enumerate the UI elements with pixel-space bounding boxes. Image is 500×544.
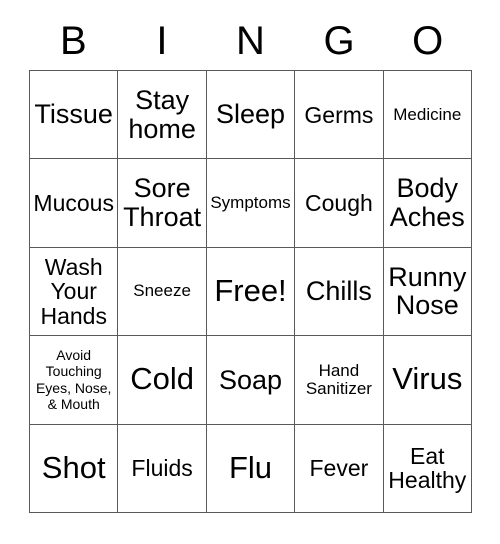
bingo-cell[interactable]: Chills — [295, 247, 384, 337]
bingo-cell[interactable]: Fluids — [118, 424, 207, 513]
bingo-cell-label: Flu — [228, 449, 273, 485]
bingo-cell-label: Stay home — [128, 85, 196, 144]
bingo-grid: Tissue Stay home Sleep Germs Medicine Mucous S… — [29, 70, 472, 513]
bingo-header: B I N G O — [29, 12, 472, 70]
bingo-cell[interactable]: Mucous — [30, 159, 119, 248]
bingo-cell-label: Shot — [41, 449, 106, 485]
bingo-cell-label: Soap — [218, 364, 283, 395]
bingo-cell-label: Sore Throat — [123, 173, 202, 233]
bingo-cell[interactable]: Hand Sanitizer — [295, 336, 384, 425]
bingo-cell-label: Cough — [305, 189, 373, 216]
bingo-cell-label: Symptoms — [210, 193, 291, 213]
header-letter-g: G — [323, 19, 355, 63]
bingo-cell[interactable]: Runny Nose — [383, 247, 472, 337]
bingo-cell[interactable]: Cough — [295, 159, 384, 248]
bingo-cell-label: Fever — [309, 455, 369, 482]
header-letter-i: I — [156, 19, 168, 63]
bingo-cell[interactable]: Virus — [383, 336, 472, 425]
bingo-cell-label: Fluids — [131, 455, 193, 482]
bingo-cell-label: Germs — [304, 101, 374, 128]
bingo-cell[interactable]: Tissue — [30, 71, 119, 160]
bingo-cell[interactable]: Germs — [295, 71, 384, 160]
bingo-cell-label: Free! — [214, 273, 287, 309]
bingo-cell[interactable]: Stay home — [118, 71, 207, 160]
bingo-cell[interactable]: Cold — [118, 336, 207, 425]
bingo-cell-label: Tissue — [34, 99, 113, 130]
bingo-cell-label: Eat Healthy — [388, 442, 467, 494]
bingo-cell[interactable]: Avoid Touching Eyes, Nose, & Mouth — [30, 336, 119, 425]
bingo-cell[interactable]: Fever — [295, 424, 384, 513]
bingo-cell-label: Virus — [392, 361, 463, 397]
bingo-cell-free[interactable]: Free! — [206, 247, 296, 337]
bingo-cell-label: Wash Your Hands — [40, 253, 107, 329]
bingo-cell[interactable]: Sneeze — [118, 247, 207, 337]
bingo-cell[interactable]: Medicine — [383, 71, 472, 160]
bingo-cell[interactable]: Shot — [30, 424, 119, 513]
bingo-cell-label: Mucous — [33, 189, 114, 216]
bingo-cell-label: Sneeze — [133, 281, 191, 301]
bingo-cell-label: Runny Nose — [388, 261, 467, 321]
bingo-cell-label: Chills — [305, 276, 372, 307]
bingo-cell[interactable]: Sleep — [206, 71, 296, 160]
header-letter-n: N — [236, 19, 265, 63]
bingo-cell-label: Cold — [130, 361, 194, 397]
bingo-card: B I N G O Tissue Stay home Sleep Germs Medic… — [0, 0, 500, 544]
bingo-cell[interactable]: Symptoms — [206, 159, 296, 248]
bingo-cell[interactable]: Flu — [206, 424, 296, 513]
bingo-cell-label: Medicine — [393, 104, 462, 124]
bingo-cell[interactable]: Eat Healthy — [383, 424, 472, 513]
header-letter-o: O — [412, 19, 444, 63]
bingo-cell-label: Hand Sanitizer — [305, 360, 372, 398]
header-letter-b: B — [59, 19, 87, 63]
bingo-cell[interactable]: Sore Throat — [118, 159, 207, 248]
bingo-cell[interactable]: Wash Your Hands — [30, 247, 119, 337]
bingo-cell[interactable]: Body Aches — [383, 159, 472, 248]
bingo-cell-label: Body Aches — [389, 173, 465, 233]
bingo-cell-label: Sleep — [215, 99, 286, 130]
bingo-cell[interactable]: Soap — [206, 336, 296, 425]
bingo-cell-label: Avoid Touching Eyes, Nose, & Mouth — [35, 346, 112, 413]
